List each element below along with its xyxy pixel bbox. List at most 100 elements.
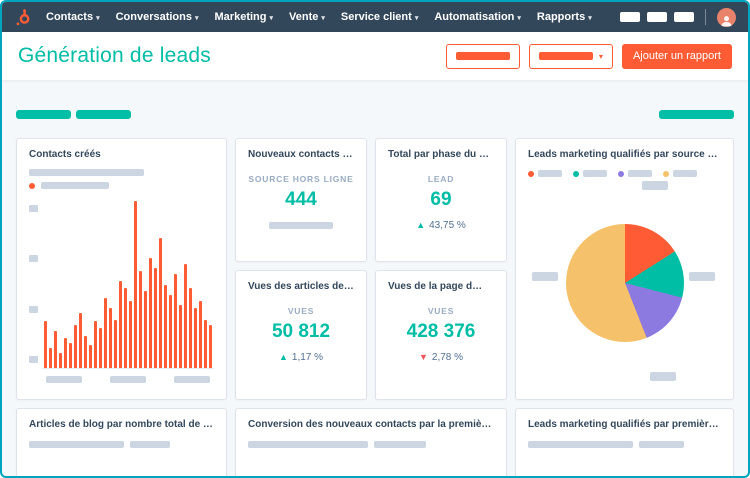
report-card-blog-views: Vues des articles de blog VUES 50 812 ▲ … [235,270,367,400]
report-title[interactable]: Vues de la page d… [388,281,494,292]
chevron-down-icon: ▾ [414,15,419,22]
legend-dot [618,170,624,177]
legend-dot [663,170,669,177]
report-grid: Contacts créés Nouveaux contacts par… [16,138,734,476]
legend-dot [528,170,534,177]
redacted-content [248,441,494,448]
chevron-down-icon: ▾ [195,15,199,22]
bar [204,319,207,368]
main-nav: Contacts ▾ Conversations ▾ Marketing ▾ Vente ▾ S… [46,11,592,23]
dashboard-content: Contacts créés Nouveaux contacts par… [2,80,748,476]
nav-item-conversations[interactable]: Conversations ▾ [116,11,199,23]
redacted-x-label [46,375,82,383]
report-title[interactable]: Contacts créés [29,149,214,160]
filter-chip-redacted[interactable] [76,110,131,119]
page-header: Génération de leads ▾ Ajouter un rapport [2,32,748,80]
bar [79,312,82,368]
nav-item-service-client[interactable]: Service client ▾ [341,11,418,23]
hubspot-logo-icon[interactable] [14,8,32,26]
header-actions: ▾ Ajouter un rapport [445,43,732,69]
chevron-down-icon: ▾ [517,15,521,22]
redacted-y-tick [29,205,38,212]
report-title[interactable]: Conversion des nouveaux contacts par la … [248,419,494,430]
legend-item [618,170,652,177]
delta-value: 1,17 % [291,352,324,363]
nav-action-redacted[interactable] [620,12,640,22]
bar [189,287,192,368]
delta-value: 2,78 % [431,352,464,363]
nav-item-label: Automatisation [434,11,515,23]
nav-item-vente[interactable]: Vente ▾ [289,11,325,23]
metric-label: LEAD [427,174,455,184]
report-title[interactable]: Leads marketing qualifiés par source d'o… [528,149,721,160]
nav-item-automatisation[interactable]: Automatisation ▾ [434,11,521,23]
metric-delta: ▲ 1,17 % [279,352,323,363]
redacted-slice-label [649,372,676,381]
bar [139,271,142,368]
report-card-blog-by-total-views: Articles de blog par nombre total de vue… [16,408,227,476]
metric-label: SOURCE HORS LIGNE [248,174,354,184]
chevron-down-icon: ▾ [96,15,100,22]
nav-item-label: Vente [289,11,319,23]
pie-graphic [565,224,684,342]
redacted-bar [528,441,633,448]
bar [174,274,177,368]
nav-item-contacts[interactable]: Contacts ▾ [46,11,100,23]
report-title[interactable]: Total par phase du cycle de… [388,149,494,160]
bar [209,324,212,368]
report-card-lifecycle-total: Total par phase du cycle de… LEAD 69 ▲ 4… [375,138,507,262]
nav-item-label: Contacts [46,11,94,23]
chart-legend [29,182,214,189]
report-title[interactable]: Vues des articles de blog [248,281,354,292]
legend-item [663,170,697,177]
report-card-new-contacts: Nouveaux contacts par… SOURCE HORS LIGNE… [235,138,367,262]
bar [129,301,132,368]
redacted-slice-label [641,181,668,190]
bar [134,201,137,368]
trend-down-icon: ▼ [418,352,428,362]
nav-item-marketing[interactable]: Marketing ▾ [215,11,273,23]
dashboard-filters-redacted[interactable] [16,110,131,119]
nav-item-rapports[interactable]: Rapports ▾ [537,11,592,23]
bar [74,324,77,368]
nav-item-label: Marketing [214,11,267,23]
report-title[interactable]: Leads marketing qualifiés par première c… [528,419,721,430]
actions-dropdown-button-redacted[interactable]: ▾ [528,43,613,69]
top-nav: Contacts ▾ Conversations ▾ Marketing ▾ Vente ▾ S… [2,2,748,32]
nav-action-redacted[interactable] [647,12,667,22]
metric-value: 428 376 [406,321,476,342]
pie-chart [528,177,721,389]
metric-value: 69 [430,189,452,210]
metric-label: VUES [287,306,315,316]
filter-chip-redacted[interactable] [659,110,734,119]
redacted-slice-label [532,272,558,282]
add-report-button[interactable]: Ajouter un rapport [621,43,732,69]
bar [54,331,57,368]
legend-item [573,170,607,177]
redacted-y-tick [29,305,38,313]
legend-dot [29,182,35,189]
redacted-bar [639,441,684,448]
report-title[interactable]: Nouveaux contacts par… [248,149,354,160]
bar [99,327,102,368]
legend-item [528,170,562,177]
bar-chart-bars [42,201,214,369]
chevron-down-icon: ▾ [269,15,273,22]
redacted-x-label [110,375,146,383]
nav-action-redacted[interactable] [674,12,694,22]
page-title: Génération de leads [18,44,211,67]
redacted-x-label [174,375,210,383]
report-card-conversion-first: Conversion des nouveaux contacts par la … [235,408,507,476]
dashboard-filter-button-redacted[interactable] [445,43,520,69]
bar [194,307,197,368]
trend-up-icon: ▲ [278,352,288,362]
bar [144,291,147,368]
report-title[interactable]: Articles de blog par nombre total de vue… [29,419,214,430]
bar [44,321,47,368]
user-avatar[interactable] [717,7,736,27]
filter-chip-redacted[interactable] [16,110,71,119]
y-axis-ticks [29,201,42,389]
redacted-legend-label [41,182,109,189]
metric-label: VUES [427,306,455,316]
bar [159,237,162,368]
